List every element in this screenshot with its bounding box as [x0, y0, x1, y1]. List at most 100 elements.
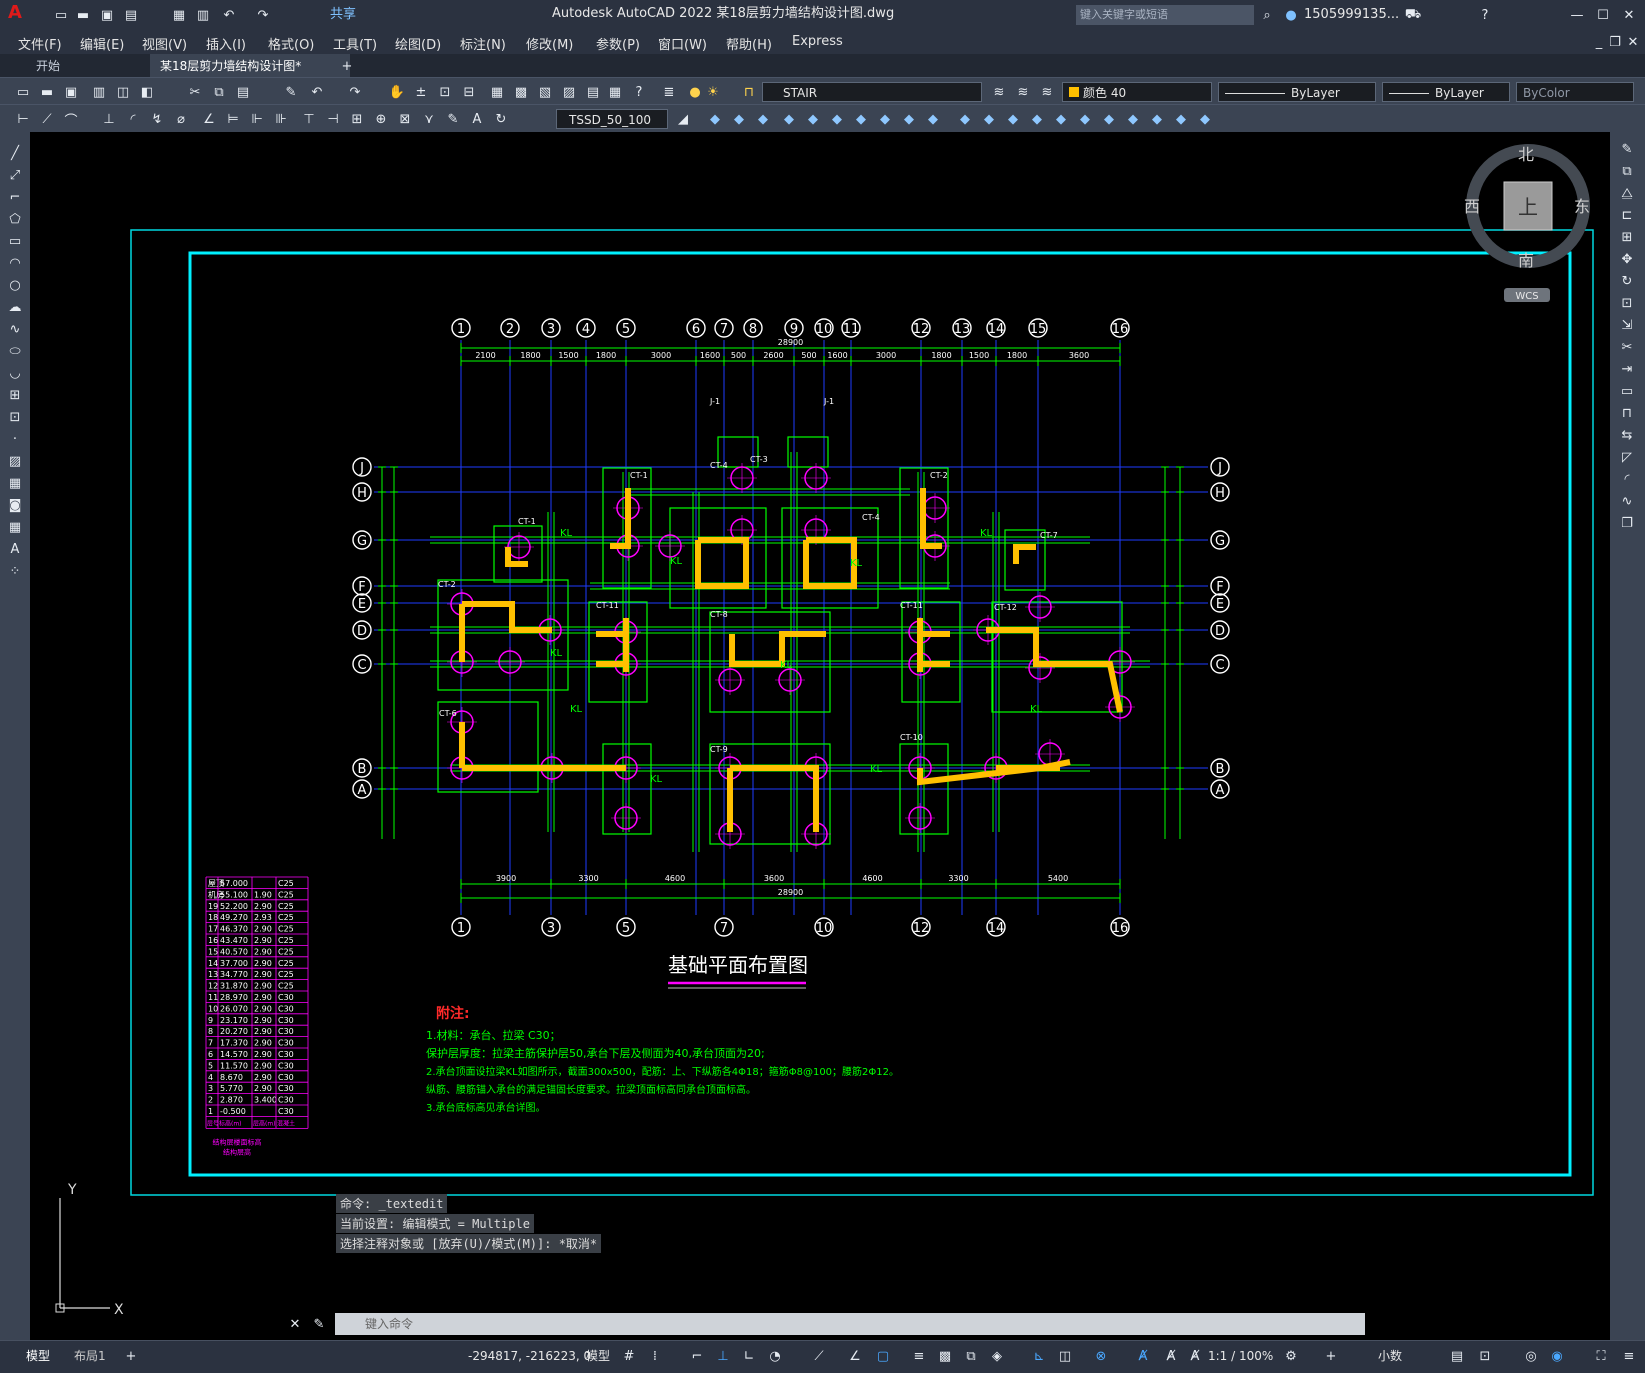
tool-flatshot-icon[interactable]: ◆ — [1124, 110, 1142, 128]
tool-dim-ordinate-icon[interactable]: ⊥ — [100, 110, 118, 128]
paste-icon[interactable]: ▤ — [234, 83, 252, 101]
viewcube-east[interactable]: 东 — [1574, 197, 1590, 216]
share-button[interactable]: 共享 — [330, 7, 356, 23]
rotate-icon[interactable]: ↻ — [1618, 272, 1636, 290]
tool-dim-update-icon[interactable]: ↻ — [492, 110, 510, 128]
publish-icon[interactable]: ◧ — [138, 83, 156, 101]
search-input[interactable]: 键入关键字或短语 — [1076, 5, 1254, 25]
tool-convert-icon[interactable]: ◆ — [1172, 110, 1190, 128]
ellipse-icon[interactable]: ⬭ — [6, 342, 24, 360]
osnap-icon[interactable]: ▢ — [874, 1347, 892, 1365]
layout-tab-1[interactable]: 布局1 — [74, 1348, 106, 1364]
plotstyle-select[interactable]: ByColor — [1516, 82, 1634, 102]
tool-subtract-icon[interactable]: ◆ — [900, 110, 918, 128]
tool-dim-break-icon[interactable]: ⊣ — [324, 110, 342, 128]
erase-icon[interactable]: ✎ — [1618, 140, 1636, 158]
cut-icon[interactable]: ✂ — [186, 83, 204, 101]
menu-dimension[interactable]: 标注(N) — [460, 34, 506, 53]
ortho-icon[interactable]: ∟ — [740, 1347, 758, 1365]
layer-lock-icon[interactable]: ⊓ — [740, 83, 758, 101]
transparency-icon[interactable]: ▩ — [936, 1347, 954, 1365]
print-icon[interactable]: ▥ — [194, 6, 212, 24]
isodraft-icon[interactable]: ⟋ — [810, 1347, 828, 1365]
tool-dim-diameter-icon[interactable]: ⌀ — [172, 110, 190, 128]
menu-insert[interactable]: 插入(I) — [206, 34, 246, 53]
menu-edit[interactable]: 编辑(E) — [80, 34, 124, 53]
layer-thaw-icon[interactable]: ☀ — [704, 83, 722, 101]
open-icon[interactable]: ▬ — [74, 6, 92, 24]
lock-ui-icon[interactable]: ⊡ — [1476, 1347, 1494, 1365]
copy-object-icon[interactable]: ⧉ — [1618, 162, 1636, 180]
annotation-scale-value[interactable]: 1:1 / 100% — [1208, 1348, 1273, 1364]
point-icon[interactable]: · — [6, 430, 24, 448]
drawing-svg[interactable]: 28900 2100 1800 1500 1800 3000 1600 500 2600 500 1… — [30, 132, 1610, 1340]
lineweight-select[interactable]: ByLayer — [1382, 82, 1510, 102]
break-at-point-icon[interactable]: ▭ — [1618, 382, 1636, 400]
copy-icon[interactable]: ⧉ — [210, 83, 228, 101]
help2-icon[interactable]: ? — [630, 83, 648, 101]
tool-3drotate-icon[interactable]: ◆ — [1028, 110, 1046, 128]
viewcube-north[interactable]: 北 — [1518, 145, 1534, 164]
fillet-icon[interactable]: ◜ — [1618, 470, 1636, 488]
tool-dim-aligned-icon[interactable]: ⟋ — [38, 110, 56, 128]
annotation-scale-icon[interactable]: Ⱥ — [1186, 1347, 1204, 1365]
lineweight-icon[interactable]: ≡ — [910, 1347, 928, 1365]
tool-intersect-icon[interactable]: ◆ — [924, 110, 942, 128]
calc-icon[interactable]: ▦ — [606, 83, 624, 101]
line-icon[interactable]: ╱ — [6, 144, 24, 162]
construction-line-icon[interactable]: ⤢ — [6, 166, 24, 184]
tool-3dmove-icon[interactable]: ◆ — [1004, 110, 1022, 128]
menu-view[interactable]: 视图(V) — [142, 34, 187, 53]
tool-dim-linear-icon[interactable]: ⊢ — [14, 110, 32, 128]
tab-start[interactable]: 开始 — [26, 54, 156, 78]
circle-icon[interactable]: ○ — [6, 276, 24, 294]
tool-loft-icon[interactable]: ◆ — [852, 110, 870, 128]
new-file-icon[interactable]: ▭ — [52, 6, 70, 24]
tool-fillet-edge-icon[interactable]: ◆ — [1196, 110, 1214, 128]
preview-icon[interactable]: ◫ — [114, 83, 132, 101]
offset-icon[interactable]: ⊏ — [1618, 206, 1636, 224]
zoom-prev-icon[interactable]: ⊟ — [460, 83, 478, 101]
new-tab-icon[interactable]: + — [338, 57, 356, 75]
user-icon[interactable]: ● — [1282, 6, 1300, 24]
tool-dim-arc-icon[interactable]: ⌒ — [62, 110, 80, 129]
workspace-icon[interactable]: ⚙ — [1282, 1347, 1300, 1365]
doc-restore-icon[interactable]: ❐ — [1606, 33, 1624, 51]
qnew-icon[interactable]: ▭ — [14, 83, 32, 101]
trim-icon[interactable]: ✂ — [1618, 338, 1636, 356]
doc-close-icon[interactable]: ✕ — [1624, 33, 1642, 51]
designcenter-icon[interactable]: ▩ — [512, 83, 530, 101]
app-logo[interactable]: A — [8, 4, 22, 22]
undo2-icon[interactable]: ↶ — [308, 83, 326, 101]
mtext-icon[interactable]: A — [6, 540, 24, 558]
tool-section-icon[interactable]: ◆ — [980, 110, 998, 128]
tool-3dmirror-icon[interactable]: ◆ — [1100, 110, 1118, 128]
tool-solid-box-icon[interactable]: ◆ — [706, 110, 724, 128]
zoom-realtime-icon[interactable]: ± — [412, 83, 430, 101]
drawing-canvas[interactable]: 28900 2100 1800 1500 1800 3000 1600 500 2600 500 1… — [30, 132, 1610, 1340]
tool-solid-wedge-icon[interactable]: ◆ — [730, 110, 748, 128]
tool-dim-space-icon[interactable]: ⊤ — [300, 110, 318, 128]
layer-match-icon[interactable]: ≋ — [1038, 83, 1056, 101]
minimize-icon[interactable]: — — [1568, 6, 1586, 24]
menu-express[interactable]: Express — [792, 34, 843, 49]
tool-solid-cone-icon[interactable]: ◆ — [754, 110, 772, 128]
viewcube-south[interactable]: 南 — [1518, 251, 1534, 270]
save-icon[interactable]: ▣ — [98, 6, 116, 24]
layer-previous-icon[interactable]: ≋ — [990, 83, 1008, 101]
tool-3darray-icon[interactable]: ◆ — [1076, 110, 1094, 128]
tab-drawing[interactable]: 某18层剪力墙结构设计图* — [150, 54, 350, 78]
maximize-icon[interactable]: ☐ — [1594, 6, 1612, 24]
plot-icon[interactable]: ▦ — [170, 6, 188, 24]
linetype-select[interactable]: ByLayer — [1218, 82, 1376, 102]
redo-icon[interactable]: ↷ — [254, 6, 272, 24]
qsave-icon[interactable]: ▣ — [62, 83, 80, 101]
properties-icon[interactable]: ▦ — [488, 83, 506, 101]
spline-icon[interactable]: ∿ — [6, 320, 24, 338]
gizmo-icon[interactable]: ⊗ — [1092, 1347, 1110, 1365]
menu-help[interactable]: 帮助(H) — [726, 34, 772, 53]
region-icon[interactable]: ◙ — [6, 496, 24, 514]
layer-iso-icon[interactable]: ≋ — [1014, 83, 1032, 101]
move-icon[interactable]: ✥ — [1618, 250, 1636, 268]
insert-block-icon[interactable]: ⊞ — [6, 386, 24, 404]
